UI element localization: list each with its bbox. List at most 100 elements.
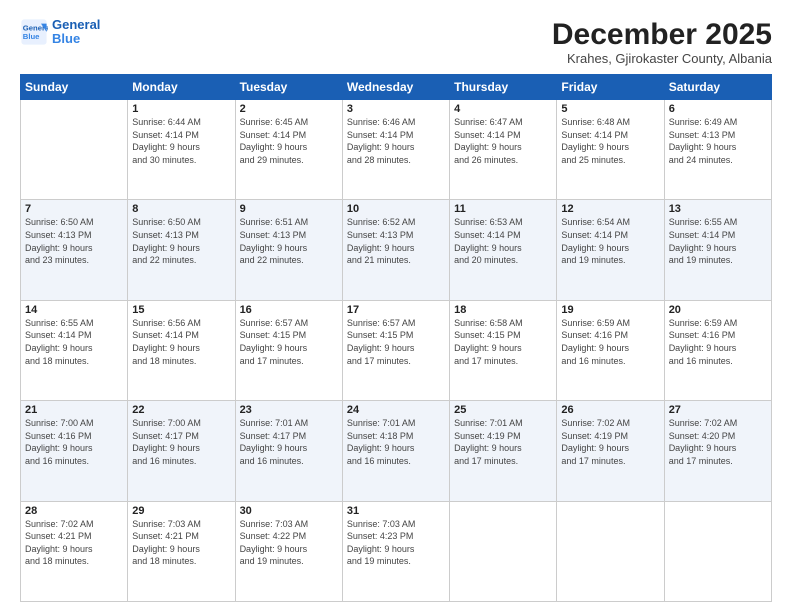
logo-icon: General Blue	[20, 18, 48, 46]
day-header-saturday: Saturday	[664, 75, 771, 100]
day-header-wednesday: Wednesday	[342, 75, 449, 100]
day-number: 10	[347, 203, 445, 215]
day-number: 27	[669, 404, 767, 416]
day-info: Sunrise: 7:02 AM Sunset: 4:20 PM Dayligh…	[669, 417, 767, 467]
day-info: Sunrise: 6:45 AM Sunset: 4:14 PM Dayligh…	[240, 116, 338, 166]
calendar-cell: 15Sunrise: 6:56 AM Sunset: 4:14 PM Dayli…	[128, 300, 235, 400]
day-info: Sunrise: 6:59 AM Sunset: 4:16 PM Dayligh…	[561, 317, 659, 367]
day-info: Sunrise: 6:47 AM Sunset: 4:14 PM Dayligh…	[454, 116, 552, 166]
day-info: Sunrise: 6:48 AM Sunset: 4:14 PM Dayligh…	[561, 116, 659, 166]
day-number: 12	[561, 203, 659, 215]
day-info: Sunrise: 7:00 AM Sunset: 4:17 PM Dayligh…	[132, 417, 230, 467]
day-header-thursday: Thursday	[450, 75, 557, 100]
logo-text: General Blue	[52, 18, 100, 47]
calendar-cell: 28Sunrise: 7:02 AM Sunset: 4:21 PM Dayli…	[21, 501, 128, 601]
calendar-cell: 6Sunrise: 6:49 AM Sunset: 4:13 PM Daylig…	[664, 100, 771, 200]
day-number: 13	[669, 203, 767, 215]
calendar-cell: 24Sunrise: 7:01 AM Sunset: 4:18 PM Dayli…	[342, 401, 449, 501]
page: General Blue General Blue December 2025 …	[0, 0, 792, 612]
calendar-cell: 11Sunrise: 6:53 AM Sunset: 4:14 PM Dayli…	[450, 200, 557, 300]
day-number: 30	[240, 505, 338, 517]
day-number: 24	[347, 404, 445, 416]
calendar-week-3: 14Sunrise: 6:55 AM Sunset: 4:14 PM Dayli…	[21, 300, 772, 400]
day-number: 20	[669, 304, 767, 316]
calendar-cell: 5Sunrise: 6:48 AM Sunset: 4:14 PM Daylig…	[557, 100, 664, 200]
day-info: Sunrise: 6:58 AM Sunset: 4:15 PM Dayligh…	[454, 317, 552, 367]
calendar-cell: 18Sunrise: 6:58 AM Sunset: 4:15 PM Dayli…	[450, 300, 557, 400]
calendar-cell: 16Sunrise: 6:57 AM Sunset: 4:15 PM Dayli…	[235, 300, 342, 400]
day-number: 9	[240, 203, 338, 215]
day-number: 7	[25, 203, 123, 215]
day-info: Sunrise: 7:01 AM Sunset: 4:17 PM Dayligh…	[240, 417, 338, 467]
day-number: 8	[132, 203, 230, 215]
month-title: December 2025	[552, 18, 772, 51]
day-number: 17	[347, 304, 445, 316]
day-info: Sunrise: 6:44 AM Sunset: 4:14 PM Dayligh…	[132, 116, 230, 166]
day-number: 5	[561, 103, 659, 115]
calendar-week-1: 1Sunrise: 6:44 AM Sunset: 4:14 PM Daylig…	[21, 100, 772, 200]
calendar-cell: 27Sunrise: 7:02 AM Sunset: 4:20 PM Dayli…	[664, 401, 771, 501]
day-info: Sunrise: 7:02 AM Sunset: 4:19 PM Dayligh…	[561, 417, 659, 467]
calendar-cell: 30Sunrise: 7:03 AM Sunset: 4:22 PM Dayli…	[235, 501, 342, 601]
day-header-monday: Monday	[128, 75, 235, 100]
day-number: 26	[561, 404, 659, 416]
calendar-cell: 25Sunrise: 7:01 AM Sunset: 4:19 PM Dayli…	[450, 401, 557, 501]
day-header-sunday: Sunday	[21, 75, 128, 100]
calendar-cell: 20Sunrise: 6:59 AM Sunset: 4:16 PM Dayli…	[664, 300, 771, 400]
subtitle: Krahes, Gjirokaster County, Albania	[552, 51, 772, 66]
calendar-cell: 3Sunrise: 6:46 AM Sunset: 4:14 PM Daylig…	[342, 100, 449, 200]
calendar-cell: 1Sunrise: 6:44 AM Sunset: 4:14 PM Daylig…	[128, 100, 235, 200]
day-info: Sunrise: 7:00 AM Sunset: 4:16 PM Dayligh…	[25, 417, 123, 467]
calendar-cell: 19Sunrise: 6:59 AM Sunset: 4:16 PM Dayli…	[557, 300, 664, 400]
calendar-cell: 12Sunrise: 6:54 AM Sunset: 4:14 PM Dayli…	[557, 200, 664, 300]
day-info: Sunrise: 6:50 AM Sunset: 4:13 PM Dayligh…	[132, 216, 230, 266]
day-number: 22	[132, 404, 230, 416]
calendar-cell: 13Sunrise: 6:55 AM Sunset: 4:14 PM Dayli…	[664, 200, 771, 300]
day-number: 31	[347, 505, 445, 517]
day-number: 3	[347, 103, 445, 115]
day-info: Sunrise: 6:55 AM Sunset: 4:14 PM Dayligh…	[669, 216, 767, 266]
calendar-cell: 10Sunrise: 6:52 AM Sunset: 4:13 PM Dayli…	[342, 200, 449, 300]
svg-text:Blue: Blue	[23, 32, 40, 41]
day-info: Sunrise: 6:57 AM Sunset: 4:15 PM Dayligh…	[240, 317, 338, 367]
calendar-cell: 2Sunrise: 6:45 AM Sunset: 4:14 PM Daylig…	[235, 100, 342, 200]
calendar-cell	[21, 100, 128, 200]
calendar-cell: 8Sunrise: 6:50 AM Sunset: 4:13 PM Daylig…	[128, 200, 235, 300]
calendar-week-2: 7Sunrise: 6:50 AM Sunset: 4:13 PM Daylig…	[21, 200, 772, 300]
day-info: Sunrise: 6:49 AM Sunset: 4:13 PM Dayligh…	[669, 116, 767, 166]
calendar-cell: 4Sunrise: 6:47 AM Sunset: 4:14 PM Daylig…	[450, 100, 557, 200]
day-number: 28	[25, 505, 123, 517]
day-number: 2	[240, 103, 338, 115]
calendar-week-5: 28Sunrise: 7:02 AM Sunset: 4:21 PM Dayli…	[21, 501, 772, 601]
calendar-cell	[450, 501, 557, 601]
calendar-cell: 26Sunrise: 7:02 AM Sunset: 4:19 PM Dayli…	[557, 401, 664, 501]
day-info: Sunrise: 6:52 AM Sunset: 4:13 PM Dayligh…	[347, 216, 445, 266]
day-header-friday: Friday	[557, 75, 664, 100]
day-number: 4	[454, 103, 552, 115]
calendar-cell: 9Sunrise: 6:51 AM Sunset: 4:13 PM Daylig…	[235, 200, 342, 300]
day-info: Sunrise: 7:03 AM Sunset: 4:21 PM Dayligh…	[132, 518, 230, 568]
day-number: 29	[132, 505, 230, 517]
calendar-week-4: 21Sunrise: 7:00 AM Sunset: 4:16 PM Dayli…	[21, 401, 772, 501]
day-info: Sunrise: 6:53 AM Sunset: 4:14 PM Dayligh…	[454, 216, 552, 266]
calendar-header-row: SundayMondayTuesdayWednesdayThursdayFrid…	[21, 75, 772, 100]
calendar-cell: 21Sunrise: 7:00 AM Sunset: 4:16 PM Dayli…	[21, 401, 128, 501]
day-header-tuesday: Tuesday	[235, 75, 342, 100]
day-info: Sunrise: 6:57 AM Sunset: 4:15 PM Dayligh…	[347, 317, 445, 367]
header: General Blue General Blue December 2025 …	[20, 18, 772, 66]
day-info: Sunrise: 6:50 AM Sunset: 4:13 PM Dayligh…	[25, 216, 123, 266]
day-info: Sunrise: 6:55 AM Sunset: 4:14 PM Dayligh…	[25, 317, 123, 367]
day-number: 15	[132, 304, 230, 316]
day-info: Sunrise: 7:01 AM Sunset: 4:19 PM Dayligh…	[454, 417, 552, 467]
day-info: Sunrise: 6:56 AM Sunset: 4:14 PM Dayligh…	[132, 317, 230, 367]
day-info: Sunrise: 6:46 AM Sunset: 4:14 PM Dayligh…	[347, 116, 445, 166]
day-info: Sunrise: 6:54 AM Sunset: 4:14 PM Dayligh…	[561, 216, 659, 266]
day-info: Sunrise: 6:51 AM Sunset: 4:13 PM Dayligh…	[240, 216, 338, 266]
calendar-cell: 31Sunrise: 7:03 AM Sunset: 4:23 PM Dayli…	[342, 501, 449, 601]
day-info: Sunrise: 6:59 AM Sunset: 4:16 PM Dayligh…	[669, 317, 767, 367]
day-number: 18	[454, 304, 552, 316]
day-number: 23	[240, 404, 338, 416]
calendar-cell: 22Sunrise: 7:00 AM Sunset: 4:17 PM Dayli…	[128, 401, 235, 501]
day-info: Sunrise: 7:03 AM Sunset: 4:23 PM Dayligh…	[347, 518, 445, 568]
calendar-cell	[557, 501, 664, 601]
